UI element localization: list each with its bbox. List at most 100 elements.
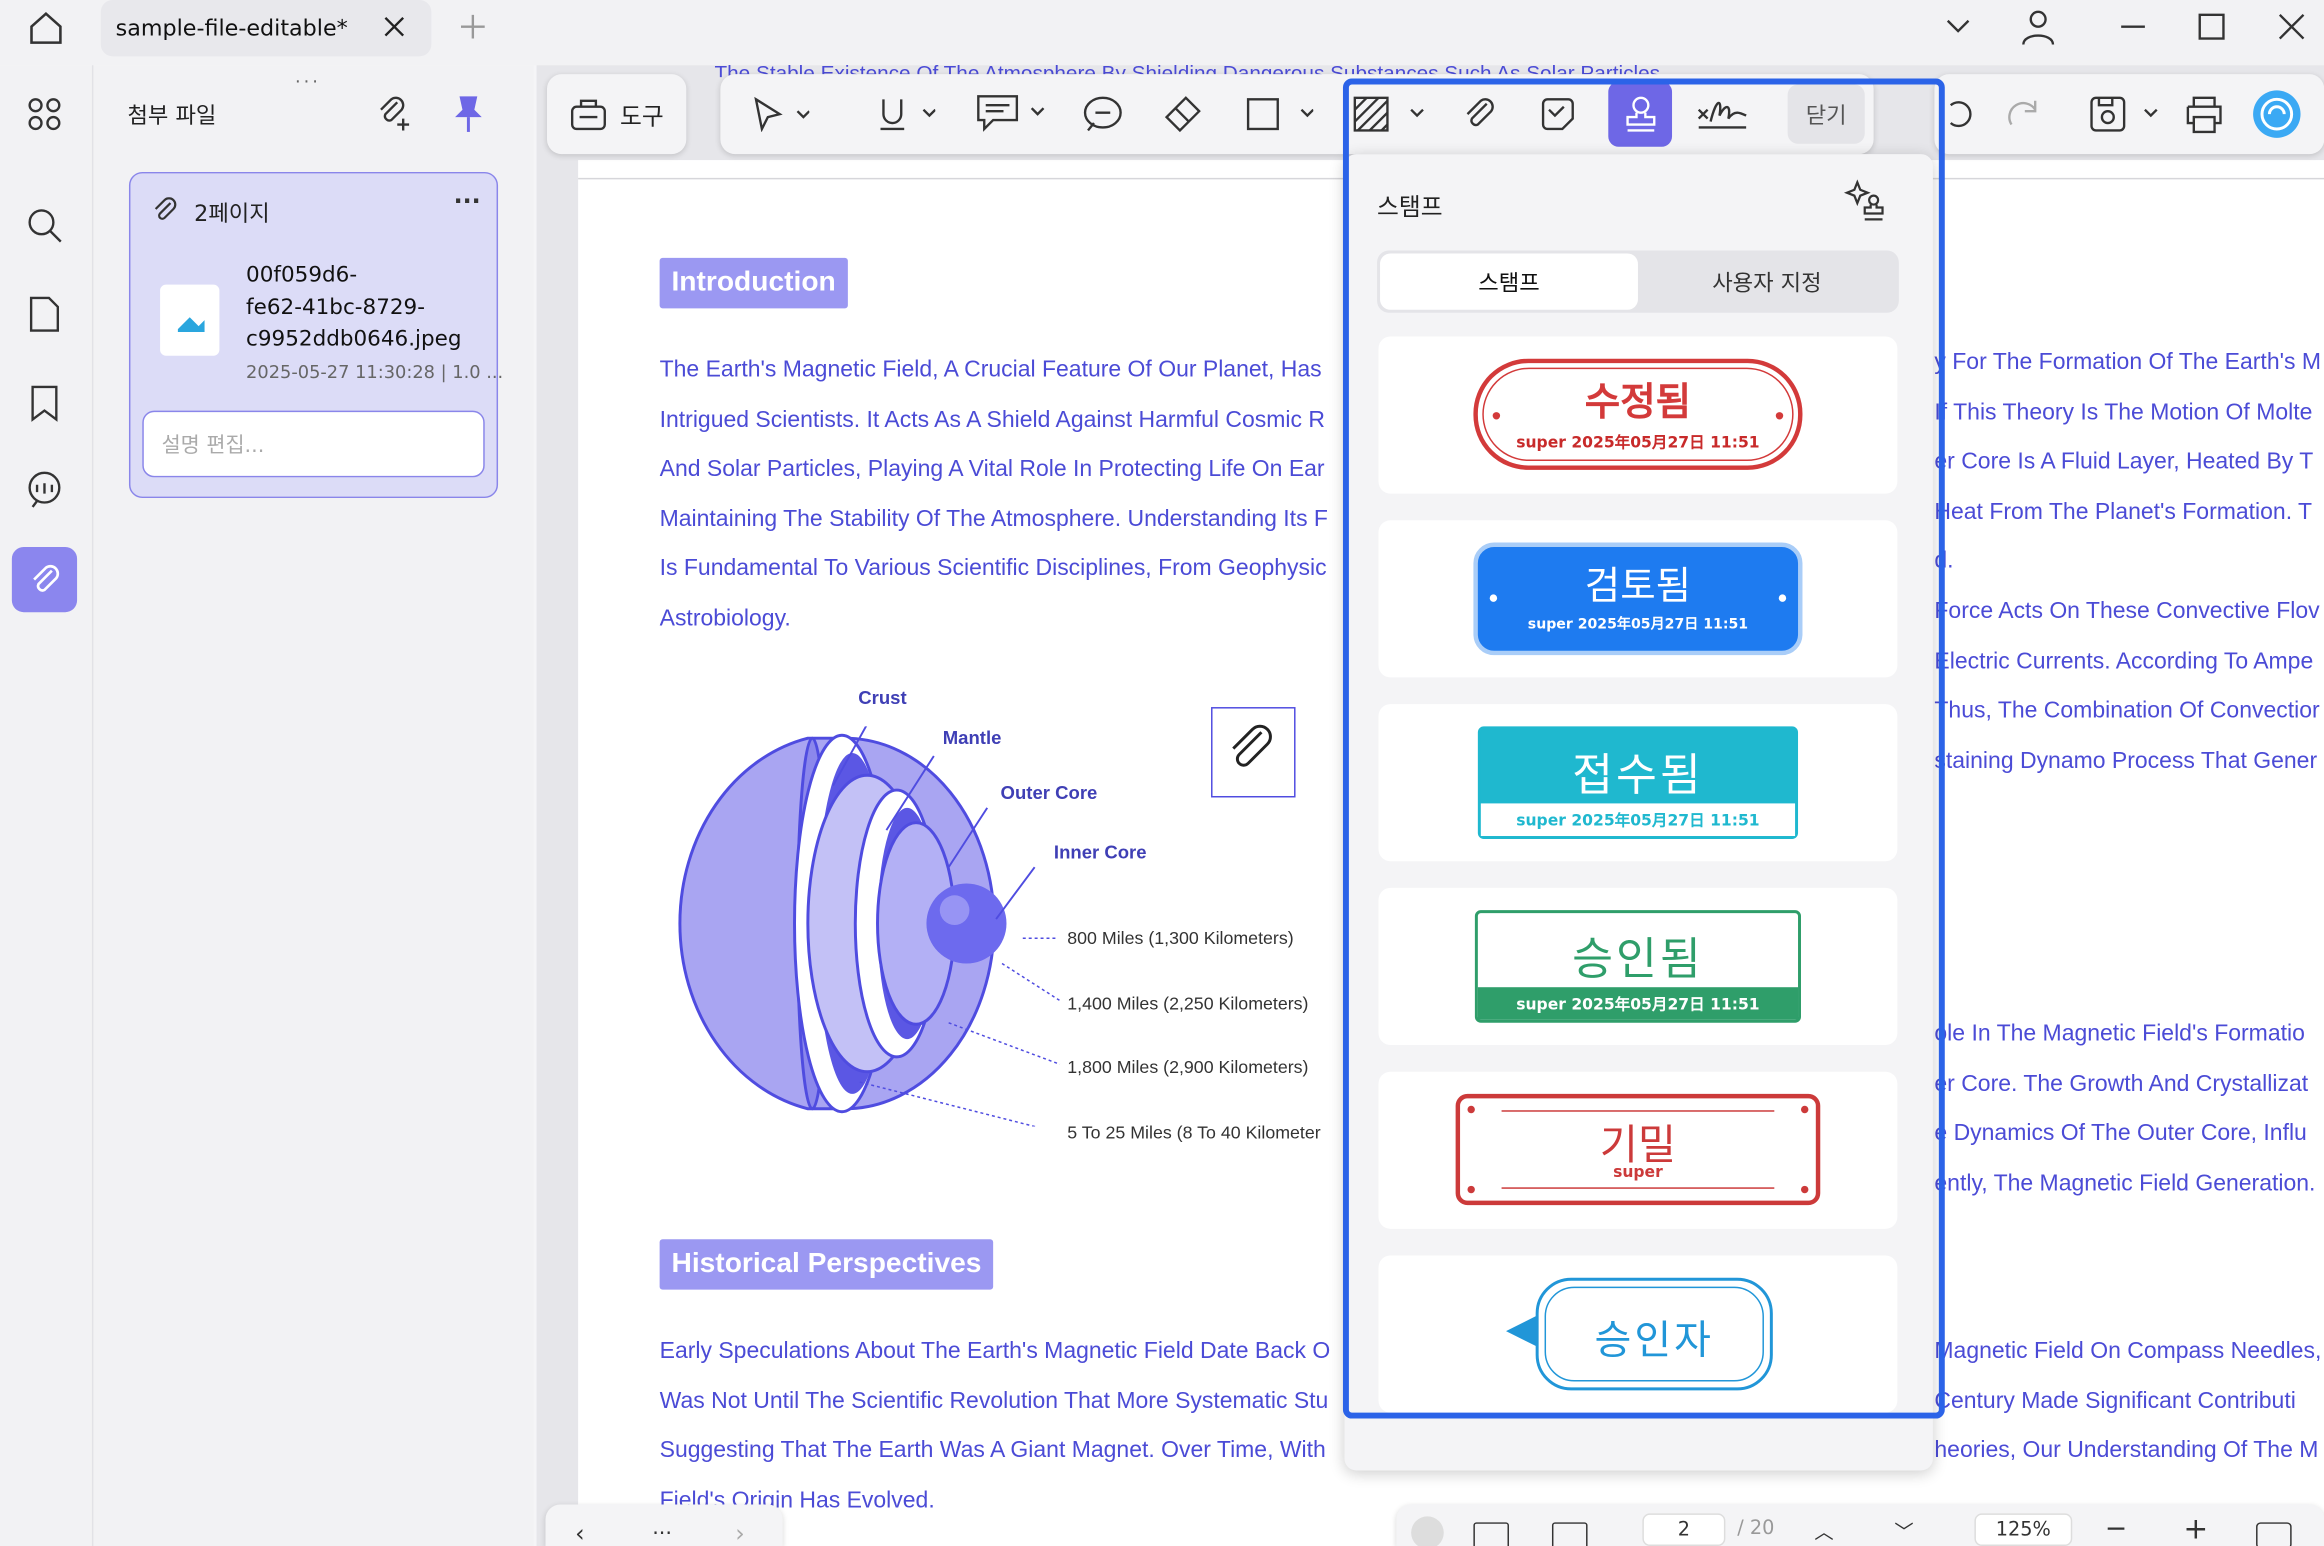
page-total: / 20 (1737, 1517, 1775, 1541)
thumbnails-icon[interactable] (12, 82, 77, 147)
crust-label: Crust (858, 687, 907, 709)
select-tool-icon[interactable] (743, 74, 817, 154)
text-line: er Core. The Growth And Crystallizat (1934, 1071, 2309, 1097)
fit-page-icon[interactable] (2256, 1522, 2292, 1546)
panel-drag-handle[interactable]: ··· (295, 71, 321, 92)
maximize-icon[interactable] (2197, 12, 2227, 42)
close-window-icon[interactable] (2277, 12, 2307, 42)
attach-file-icon[interactable] (1457, 74, 1501, 154)
stamp-revised: 수정됨 super 2025年05月27日 11:51 (1473, 358, 1803, 470)
distance-label: 1,800 Miles (2,900 Kilometers) (1067, 1056, 1309, 1078)
tools-icon (570, 95, 609, 134)
sticky-note-icon[interactable] (1536, 74, 1580, 154)
stamp-text: 수정됨 (1584, 380, 1692, 426)
stamp-reviewed: 검토됨 super 2025年05月27日 11:51 (1473, 542, 1803, 656)
document-tab[interactable]: sample-file-editable* (100, 0, 432, 57)
page-icon[interactable] (12, 282, 77, 347)
stamp-tool-button[interactable] (1608, 81, 1673, 147)
search-icon[interactable] (12, 193, 77, 258)
view-control-bar: 2 / 20 ︿ ﹀ 125% − + (1396, 1504, 2324, 1546)
nav-ellipsis: ... (652, 1516, 673, 1541)
page-nav-bar: ‹ ... › (545, 1504, 783, 1546)
single-page-icon[interactable] (1551, 1522, 1588, 1546)
historical-heading: Historical Perspectives (659, 1239, 994, 1290)
tab-custom[interactable]: 사용자 지정 (1638, 253, 1896, 309)
historical-paragraph: Early Speculations About The Earth's Mag… (660, 1327, 1342, 1526)
text-line: If This Theory Is The Motion Of Molte (1934, 399, 2313, 425)
pin-icon[interactable] (451, 93, 487, 135)
layout-icon[interactable] (1473, 1522, 1509, 1546)
stamp-subtext: super 2025年05月27日 11:51 (1527, 616, 1749, 633)
add-attachment-icon[interactable] (375, 93, 414, 132)
page-down-icon[interactable]: ﹀ (1894, 1516, 1913, 1544)
text-line: e Dynamics Of The Outer Core, Influ (1934, 1120, 2307, 1147)
comments-icon[interactable] (12, 457, 77, 522)
close-tab-icon[interactable] (381, 13, 408, 40)
stamp-item-approver[interactable]: 승인자 (1378, 1255, 1898, 1413)
prev-icon[interactable]: ‹ (575, 1519, 584, 1546)
zoom-out-icon[interactable]: − (2105, 1513, 2127, 1544)
add-custom-stamp-icon[interactable] (1843, 179, 1888, 223)
redo-icon[interactable] (2006, 74, 2042, 154)
text-line: The Earth's Magnetic Field, A Crucial Fe… (659, 357, 1322, 383)
collapse-icon[interactable] (1411, 1516, 1444, 1546)
tab-stamp[interactable]: 스탬프 (1380, 253, 1638, 310)
text-line: ole In The Magnetic Field's Formatio (1934, 1021, 2305, 1047)
zoom-input[interactable]: 125% (1974, 1513, 2073, 1546)
intro-paragraph: The Earth's Magnetic Field, A Crucial Fe… (660, 345, 1342, 644)
text-line: heories, Our Understanding Of The M (1934, 1438, 2319, 1464)
ai-assistant-icon[interactable] (2252, 74, 2302, 154)
stamp-item-confidential[interactable]: 기밀 super (1378, 1071, 1898, 1229)
text-line: Intrigued Scientists. It Acts As A Shiel… (659, 407, 1325, 433)
distance-label: 5 To 25 Miles (8 To 40 Kilometer (1067, 1122, 1321, 1143)
text-line: Thus, The Combination Of Convectior (1934, 698, 2320, 724)
attachment-annotation-icon[interactable] (1211, 707, 1296, 798)
inner-core-label: Inner Core (1053, 841, 1147, 863)
close-label: 닫기 (1805, 101, 1847, 129)
right-column-text: y For The Formation Of The Earth's M If … (1934, 338, 2324, 786)
signature-icon[interactable] (1693, 74, 1752, 154)
next-icon[interactable]: › (735, 1519, 744, 1546)
page-number-input[interactable]: 2 (1642, 1513, 1726, 1546)
print-icon[interactable] (2180, 74, 2227, 154)
stamp-text: 승인됨 (1572, 933, 1704, 986)
stamp-item-revised[interactable]: 수정됨 super 2025年05月27日 11:51 (1378, 336, 1898, 494)
bookmark-icon[interactable] (12, 371, 77, 436)
minimize-icon[interactable] (2118, 12, 2148, 42)
stamp-item-reviewed[interactable]: 검토됨 super 2025年05月27日 11:51 (1378, 520, 1898, 678)
underline-tool-icon[interactable] (869, 74, 943, 154)
stamp-item-received[interactable]: 접수됨 super 2025年05月27日 11:51 (1378, 704, 1898, 862)
shape-tool-icon[interactable] (1242, 74, 1316, 154)
annotation-toolbar: 닫기 (720, 74, 1874, 155)
historical-right-text: Magnetic Field On Compass Needles, Centu… (1934, 1327, 2324, 1476)
tools-button[interactable]: 도구 (546, 74, 687, 155)
eraser-icon[interactable] (1161, 74, 1205, 154)
stamp-approver-pointer (1506, 1314, 1539, 1348)
text-line: er Core Is A Fluid Layer, Heated By T (1934, 449, 2314, 475)
home-icon[interactable] (27, 9, 66, 48)
attachments-rail-button[interactable] (11, 546, 78, 613)
save-icon[interactable] (2083, 74, 2163, 154)
stamp-item-approved[interactable]: 승인됨 super 2025年05月27日 11:51 (1378, 887, 1898, 1046)
comment-tool-icon[interactable] (972, 74, 1049, 154)
chevron-down-icon[interactable] (1943, 13, 1973, 40)
text-comment-icon[interactable] (1081, 74, 1125, 154)
close-toolbar-button[interactable]: 닫기 (1787, 84, 1865, 144)
text-line: And Solar Particles, Playing A Vital Rol… (659, 456, 1325, 483)
area-tool-icon[interactable] (1350, 74, 1427, 154)
zoom-in-icon[interactable]: + (2183, 1510, 2208, 1546)
right-toolbar (1934, 74, 2324, 155)
stamp-text: 접수됨 (1572, 750, 1704, 802)
stamp-subtext: super 2025年05月27日 11:51 (1516, 812, 1760, 831)
undo-icon[interactable] (1946, 74, 1976, 154)
mantle-label: Mantle (942, 727, 1002, 749)
stamp-subtext: super 2025年05月27日 11:51 (1516, 996, 1760, 1014)
text-line: Century Made Significant Contributi (1934, 1388, 2296, 1414)
new-tab-icon[interactable] (458, 12, 488, 42)
text-line: Early Speculations About The Earth's Mag… (659, 1338, 1331, 1364)
description-input[interactable]: 설명 편집... (142, 410, 485, 478)
more-options-icon[interactable]: ··· (454, 187, 481, 215)
page-up-icon[interactable]: ︿ (1814, 1516, 1833, 1544)
account-icon[interactable] (2020, 7, 2056, 46)
stamp-subtext: super 2025年05月27日 11:51 (1516, 434, 1760, 453)
